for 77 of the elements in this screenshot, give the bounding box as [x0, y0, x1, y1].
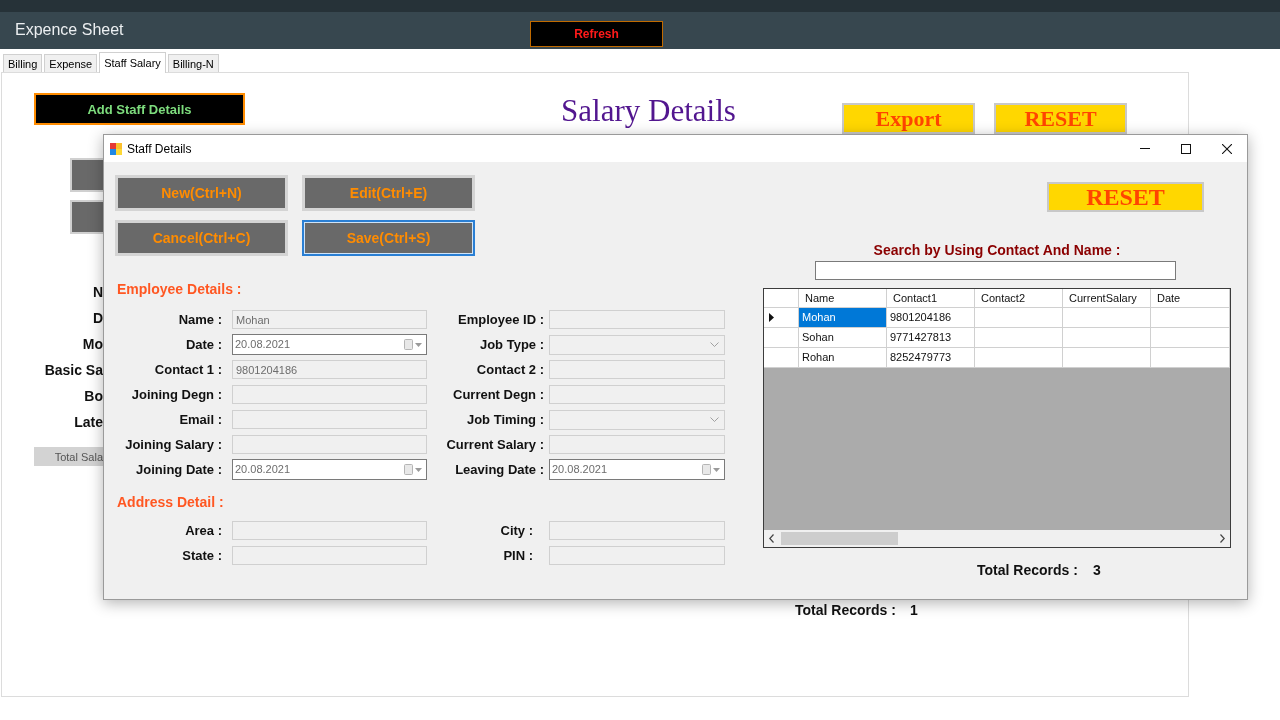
field-label: Leaving Date : [455, 462, 545, 477]
field-label: Mo [82, 335, 103, 354]
refresh-button[interactable]: Refresh [530, 21, 663, 47]
row-header[interactable] [764, 308, 799, 328]
blank-button[interactable] [70, 200, 103, 234]
total-records-label: Total Records : [977, 561, 1078, 579]
field-label: Current Salary : [446, 437, 545, 452]
app-icon [110, 142, 122, 155]
field-label: Contact 2 : [476, 362, 545, 377]
field-label: Job Timing : [466, 412, 545, 427]
column-header[interactable]: Date [1151, 289, 1230, 308]
add-staff-button[interactable]: Add Staff Details [34, 93, 245, 125]
dialog-title: Staff Details [127, 141, 192, 156]
scrollbar-thumb[interactable] [781, 532, 898, 545]
field-label: Late [74, 413, 103, 432]
calendar-icon [404, 464, 413, 475]
field-label: Joining Date : [136, 462, 223, 477]
total-records-label: Total Records : [795, 602, 896, 618]
chevron-down-icon [710, 417, 719, 422]
total-records-value: 3 [1092, 561, 1101, 579]
field-label: City : [500, 523, 534, 538]
calendar-icon [702, 464, 711, 475]
search-field[interactable] [815, 261, 1176, 280]
chevron-down-icon [710, 342, 719, 347]
table-cell: 9801204186 [887, 308, 975, 328]
date-picker[interactable]: 20.08.2021 [232, 334, 427, 355]
date-picker[interactable]: 20.08.2021 [549, 459, 725, 480]
search-label: Search by Using Contact And Name : [872, 241, 1122, 259]
field-label: Area : [185, 523, 223, 538]
field-label: Job Type : [479, 337, 545, 352]
field-label: State : [182, 548, 223, 563]
field-label: Basic Sa [44, 361, 103, 380]
horizontal-scrollbar[interactable] [764, 530, 1230, 547]
column-header[interactable]: Name [799, 289, 887, 308]
table-cell: 9771427813 [887, 328, 975, 348]
caret-icon [713, 467, 720, 472]
app-title: Expence Sheet [15, 20, 125, 40]
caret-icon [415, 342, 422, 347]
section-heading: Employee Details : [117, 280, 243, 298]
tab[interactable]: Expense [44, 54, 98, 72]
table-cell: Sohan [799, 328, 887, 348]
table-cell: 8252479773 [887, 348, 975, 368]
total-records-value: 1 [909, 602, 918, 618]
field-label: Current Degn : [453, 387, 545, 402]
date-picker[interactable]: 20.08.2021 [232, 459, 427, 480]
field-label: Joining Degn : [131, 387, 223, 402]
field-label: N [92, 283, 103, 302]
chevron-left-icon[interactable] [769, 534, 774, 543]
total-salary-button[interactable]: Total Sala [34, 447, 103, 466]
maximize-icon [1180, 143, 1191, 154]
field-label: PIN : [503, 548, 534, 563]
section-heading: Address Detail : [117, 493, 225, 511]
blank-button[interactable] [70, 158, 103, 192]
field-label: Contact 1 : [154, 362, 223, 377]
table-corner [764, 289, 799, 308]
tab[interactable]: Billing-N [167, 54, 219, 72]
calendar-icon [404, 339, 413, 350]
minimize-icon [1139, 148, 1150, 149]
table-cell: Rohan [799, 348, 887, 368]
close-icon [1221, 143, 1232, 154]
field-label: Joining Salary : [125, 437, 223, 452]
tab[interactable]: Billing [3, 54, 43, 72]
caret-icon [415, 467, 422, 472]
page-title: Salary Details [560, 93, 737, 129]
field-label: Date : [185, 337, 223, 352]
column-header[interactable]: Contact1 [887, 289, 975, 308]
chevron-right-icon[interactable] [1220, 534, 1225, 543]
field-label: D [92, 309, 103, 328]
column-header[interactable]: CurrentSalary [1063, 289, 1151, 308]
field-label: Name : [178, 312, 223, 327]
tab[interactable]: Staff Salary [99, 52, 166, 73]
field-label: Employee ID : [458, 312, 545, 327]
table-cell: Mohan [799, 308, 887, 328]
column-header[interactable]: Contact2 [975, 289, 1063, 308]
field-label: Email : [179, 412, 223, 427]
row-marker-icon [769, 313, 774, 322]
field-label: Bo [84, 387, 103, 406]
